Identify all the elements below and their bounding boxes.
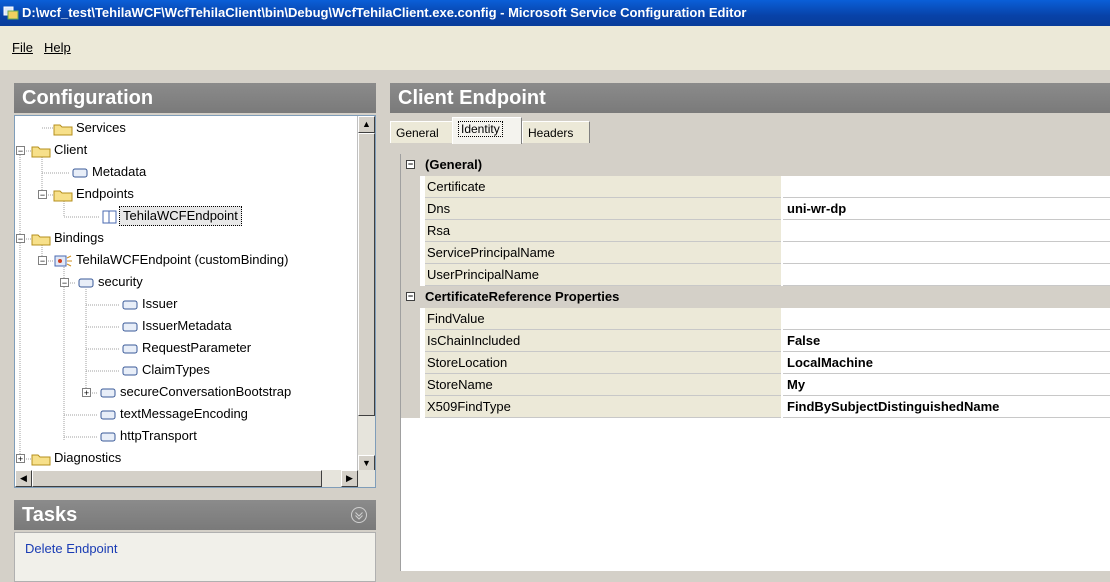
- expand-diagnostics-toggle[interactable]: +: [16, 454, 25, 464]
- tree-node-request-parameter[interactable]: RequestParameter: [119, 337, 254, 359]
- property-row[interactable]: Dns uni-wr-dp: [401, 198, 1110, 220]
- configuration-header: Configuration: [14, 83, 376, 113]
- tab-identity[interactable]: Identity: [452, 117, 522, 144]
- tree-node-diagnostics[interactable]: Diagnostics: [31, 447, 124, 469]
- property-row[interactable]: StoreName My: [401, 374, 1110, 396]
- collapse-chevron-icon[interactable]: [350, 506, 368, 524]
- window-title: D:\wcf_test\TehilaWCF\WcfTehilaClient\bi…: [22, 5, 747, 20]
- collapse-client-toggle[interactable]: −: [16, 146, 25, 156]
- scroll-right-icon[interactable]: ▶: [341, 470, 358, 487]
- client-endpoint-header: Client Endpoint: [390, 83, 1110, 113]
- property-grid: − (General) Certificate Dns uni-wr-dp Rsa…: [400, 154, 1110, 571]
- tree-node-secure-conversation-bootstrap[interactable]: secureConversationBootstrap: [97, 381, 294, 403]
- property-icon: [122, 300, 138, 310]
- tree-hscroll-thumb[interactable]: [32, 470, 322, 487]
- tree-node-custom-binding[interactable]: TehilaWCFEndpoint (customBinding): [53, 249, 291, 271]
- tree-node-metadata[interactable]: Metadata: [69, 161, 149, 183]
- folder-icon: [53, 190, 73, 202]
- tab-general[interactable]: General: [390, 121, 453, 143]
- collapse-category-icon[interactable]: −: [406, 160, 415, 169]
- property-row[interactable]: ServicePrincipalName: [401, 242, 1110, 264]
- expand-secure-conversation-toggle[interactable]: +: [82, 388, 91, 398]
- configuration-tree[interactable]: − − − − − + + Services Client Metadata E…: [14, 115, 376, 488]
- collapse-category-icon[interactable]: −: [406, 292, 415, 301]
- tab-headers[interactable]: Headers: [522, 121, 590, 143]
- menu-bar: File Help: [0, 26, 1110, 70]
- category-certificate-reference[interactable]: − CertificateReference Properties: [401, 286, 1110, 308]
- property-icon: [100, 410, 116, 420]
- folder-icon: [31, 146, 51, 158]
- tab-strip: General Identity Headers: [390, 115, 1110, 145]
- property-row[interactable]: Rsa: [401, 220, 1110, 242]
- property-icon: [72, 168, 88, 178]
- delete-endpoint-link[interactable]: Delete Endpoint: [25, 541, 118, 556]
- scroll-left-icon[interactable]: ◀: [15, 470, 32, 487]
- property-row[interactable]: IsChainIncluded False: [401, 330, 1110, 352]
- collapse-binding-toggle[interactable]: −: [38, 256, 47, 266]
- tree-scroll-thumb[interactable]: [358, 133, 375, 416]
- collapse-security-toggle[interactable]: −: [60, 278, 69, 288]
- title-bar[interactable]: D:\wcf_test\TehilaWCF\WcfTehilaClient\bi…: [0, 0, 1110, 26]
- tree-node-http-transport[interactable]: httpTransport: [97, 425, 200, 447]
- property-row[interactable]: FindValue: [401, 308, 1110, 330]
- tree-node-issuer[interactable]: Issuer: [119, 293, 180, 315]
- tree-horizontal-scrollbar[interactable]: ◀ ▶: [15, 470, 375, 487]
- menu-help[interactable]: Help: [44, 40, 71, 55]
- tree-node-client[interactable]: Client: [31, 139, 90, 161]
- tree-node-bindings[interactable]: Bindings: [31, 227, 107, 249]
- client-endpoint-title: Client Endpoint: [398, 87, 546, 109]
- tasks-title: Tasks: [22, 504, 78, 526]
- property-row[interactable]: Certificate: [401, 176, 1110, 198]
- folder-icon: [53, 124, 73, 136]
- tree-node-services[interactable]: Services: [53, 117, 129, 139]
- tree-node-security[interactable]: security: [75, 271, 146, 293]
- tree-node-text-message-encoding[interactable]: textMessageEncoding: [97, 403, 251, 425]
- folder-icon: [31, 454, 51, 466]
- property-icon: [78, 278, 94, 288]
- tree-node-tehilawcfendpoint[interactable]: TehilaWCFEndpoint: [99, 205, 242, 227]
- tree-node-endpoints[interactable]: Endpoints: [53, 183, 137, 205]
- collapse-endpoints-toggle[interactable]: −: [38, 190, 47, 200]
- binding-icon: [54, 255, 72, 267]
- menu-file[interactable]: File: [12, 40, 33, 55]
- endpoint-icon: [102, 210, 117, 224]
- property-icon: [122, 344, 138, 354]
- configuration-title: Configuration: [22, 87, 154, 109]
- tree-node-issuer-metadata[interactable]: IssuerMetadata: [119, 315, 235, 337]
- property-row[interactable]: UserPrincipalName: [401, 264, 1110, 286]
- property-row[interactable]: X509FindType FindBySubjectDistinguishedNa…: [401, 396, 1110, 418]
- tree-vertical-scrollbar[interactable]: ▲ ▼: [357, 116, 375, 472]
- scroll-up-icon[interactable]: ▲: [358, 116, 375, 133]
- tree-node-claim-types[interactable]: ClaimTypes: [119, 359, 213, 381]
- property-row[interactable]: StoreLocation LocalMachine: [401, 352, 1110, 374]
- tasks-list: Delete Endpoint: [14, 532, 376, 582]
- folder-icon: [31, 234, 51, 246]
- tasks-header: Tasks: [14, 500, 376, 530]
- app-icon: [3, 6, 19, 20]
- category-general[interactable]: − (General): [401, 154, 1110, 176]
- collapse-bindings-toggle[interactable]: −: [16, 234, 25, 244]
- property-icon: [122, 322, 138, 332]
- property-icon: [122, 366, 138, 376]
- property-icon: [100, 432, 116, 442]
- property-icon: [100, 388, 116, 398]
